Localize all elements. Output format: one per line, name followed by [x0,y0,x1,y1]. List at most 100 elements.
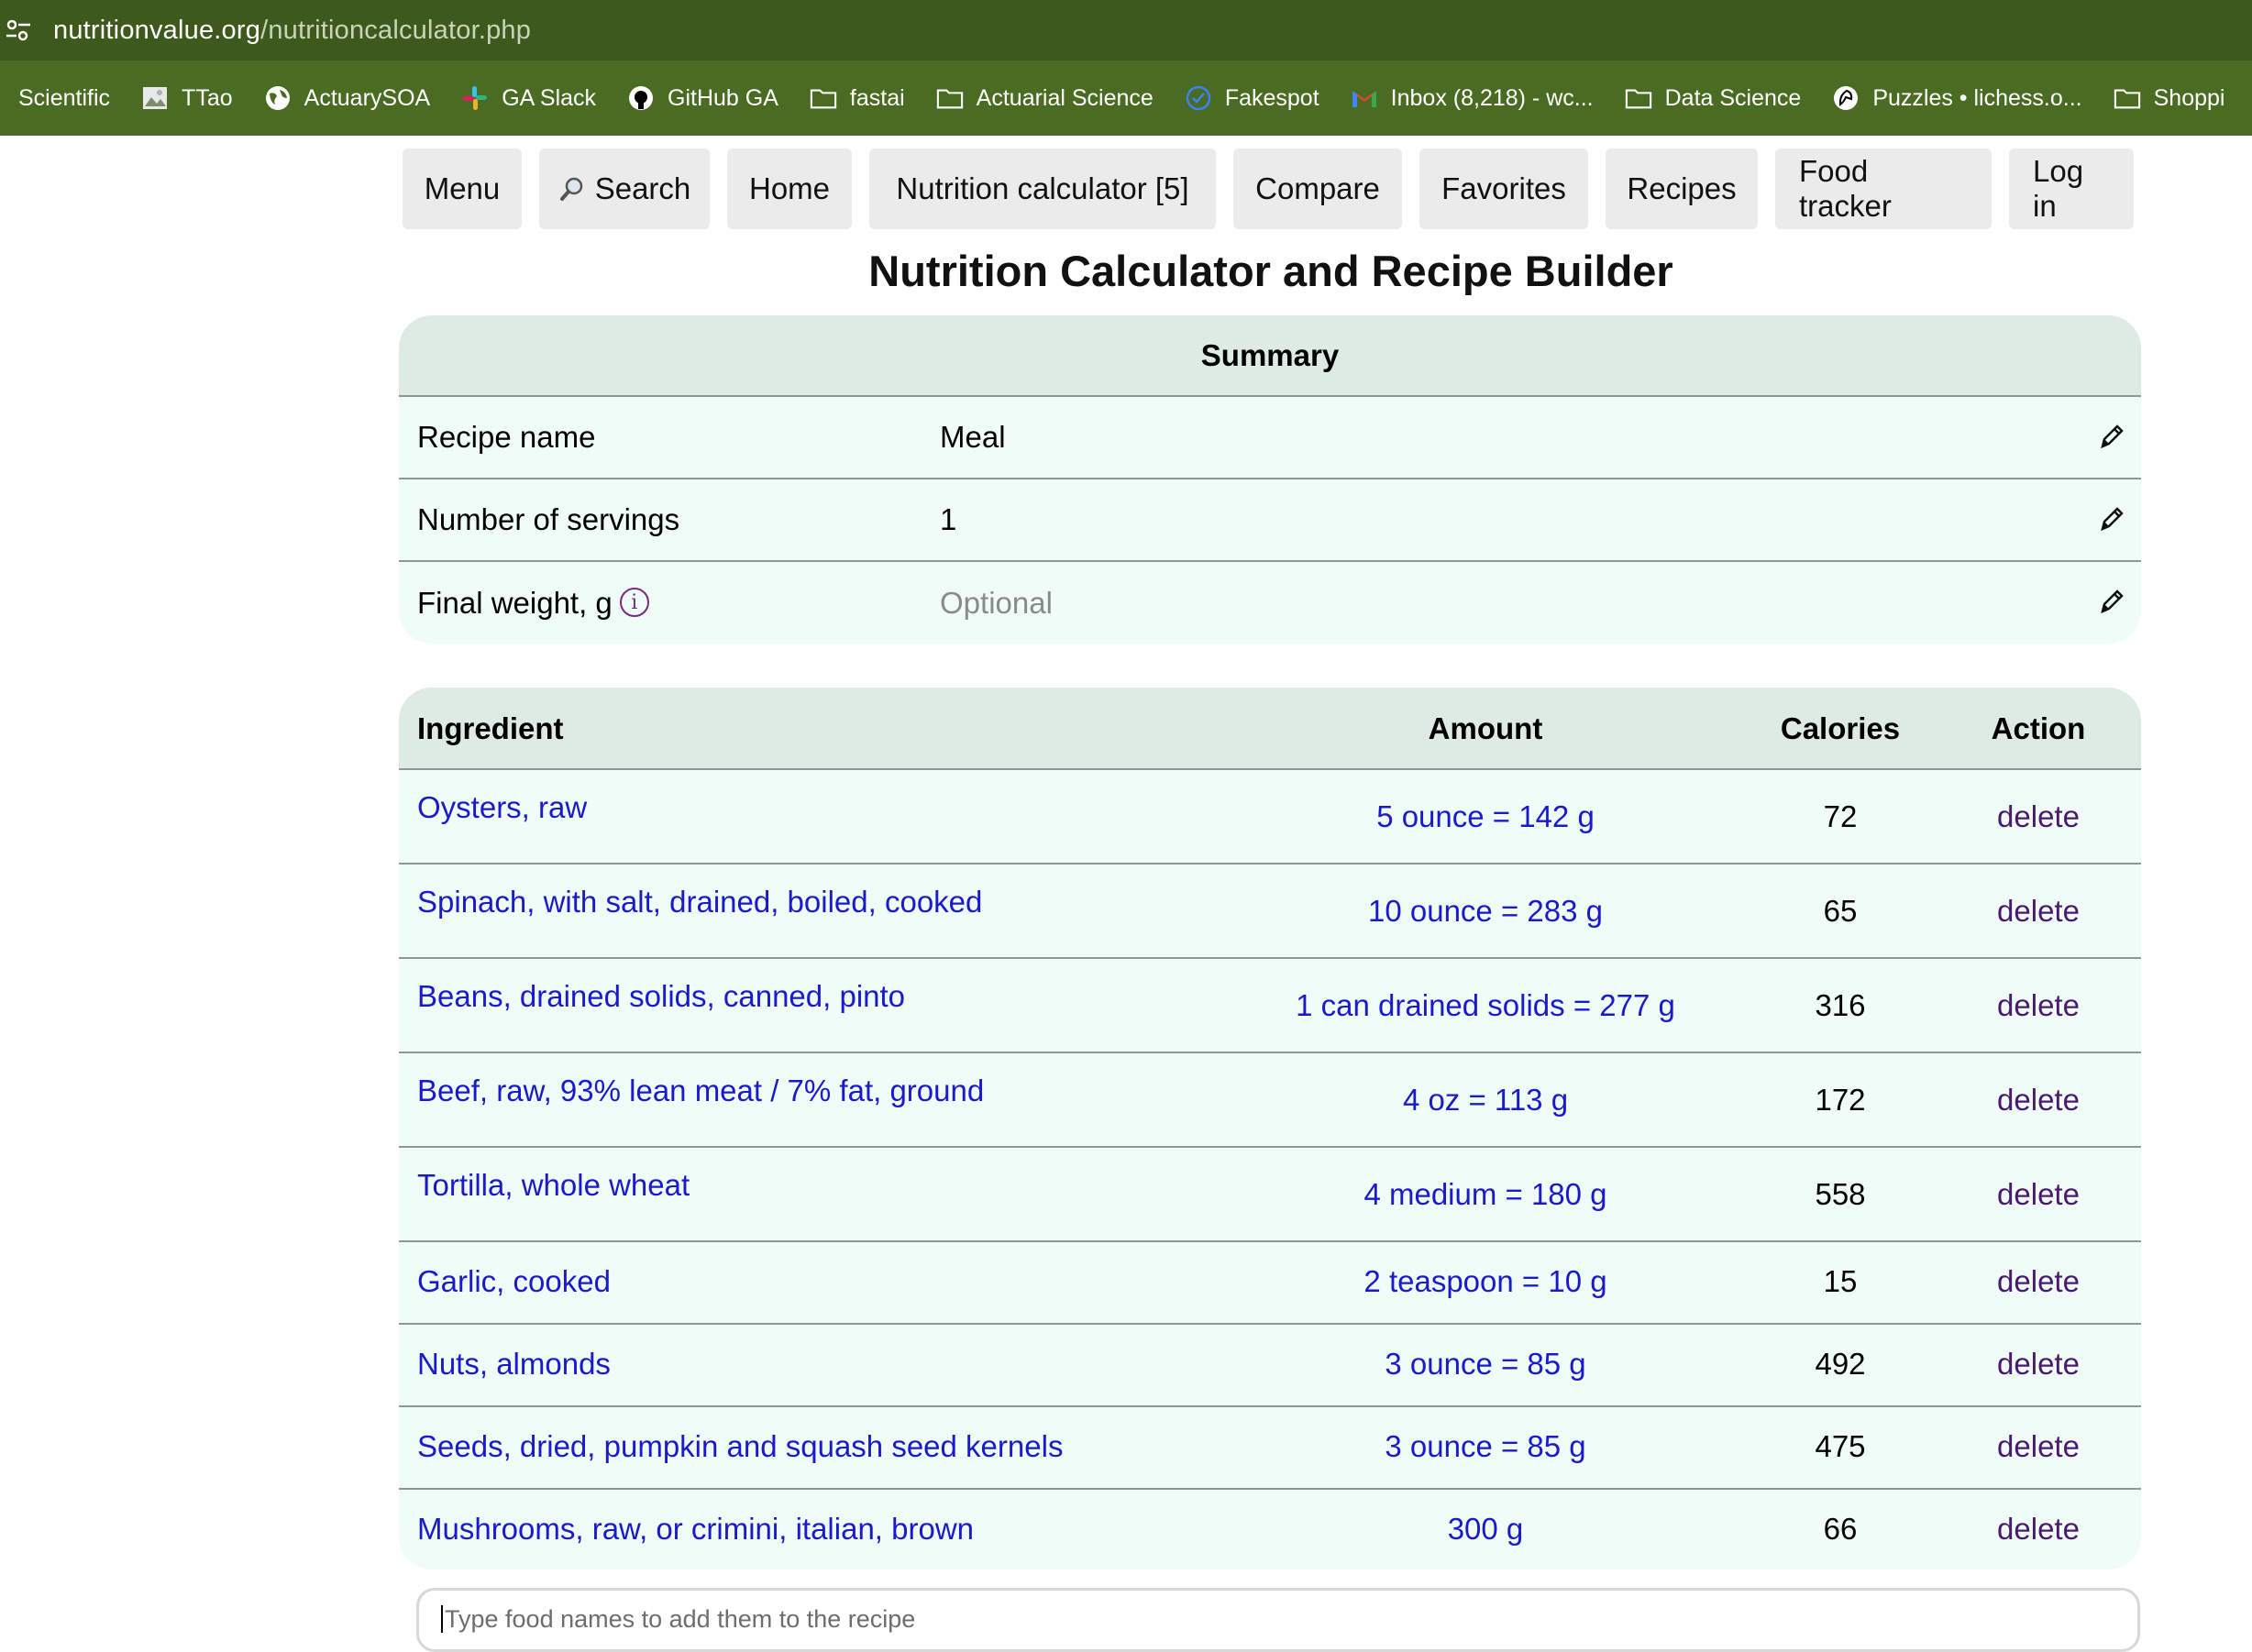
header-ingredient: Ingredient [417,711,564,745]
nutrition-calculator-button[interactable]: Nutrition calculator [5] [869,149,1216,229]
search-label: Search [594,171,691,205]
table-row: Oysters, raw 5 ounce = 142 g 72 delete [399,770,2141,865]
table-row: Beans, drained solids, canned, pinto 1 c… [399,959,2141,1053]
search-button[interactable]: Search [539,149,710,229]
recipe-name-value[interactable]: Meal [940,420,1006,455]
delete-link[interactable]: delete [1947,799,2130,834]
delete-link[interactable]: delete [1947,988,2130,1023]
url-path: /nutritioncalculator.php [260,15,532,45]
delete-link[interactable]: delete [1947,1264,2130,1299]
edit-final-weight-icon[interactable] [2097,588,2125,619]
info-icon[interactable]: i [619,588,649,618]
final-weight-placeholder[interactable]: Optional [940,586,1053,621]
delete-link[interactable]: delete [1947,1083,2130,1118]
page-title: Nutrition Calculator and Recipe Builder [868,247,1673,295]
bookmark-label: Inbox (8,218) - wc... [1390,84,1594,111]
home-label: Home [748,171,831,205]
recipe-name-row[interactable]: Recipe name Meal [399,397,2141,479]
compare-button[interactable]: Compare [1233,149,1402,229]
favorites-label: Favorites [1441,171,1566,205]
delete-link[interactable]: delete [1947,1347,2130,1382]
table-row: Spinach, with salt, drained, boiled, coo… [399,865,2141,959]
browser-url-bar[interactable]: nutritionvalue.org/nutritioncalculator.p… [0,0,2252,61]
table-row: Nuts, almonds 3 ounce = 85 g 492 delete [399,1325,2141,1407]
bookmark-inbox[interactable]: Inbox (8,218) - wc... [1351,84,1594,112]
globe-icon [264,84,292,112]
bookmark-data-science[interactable]: Data Science [1625,84,1801,112]
calories-value: 72 [1823,799,1858,833]
compare-label: Compare [1255,171,1380,205]
bookmark-actuarysoa[interactable]: ActuarySOA [264,84,430,112]
bookmark-label: TTao [182,84,233,111]
image-icon [141,84,169,112]
bookmark-fakespot[interactable]: Fakespot [1185,84,1319,112]
github-icon [627,84,655,112]
ingredient-link[interactable]: Garlic, cooked [417,1264,611,1299]
bookmark-label: Actuarial Science [976,84,1154,111]
bookmark-label: GitHub GA [668,84,778,111]
ingredient-link[interactable]: Spinach, with salt, drained, boiled, coo… [417,885,982,920]
recipes-label: Recipes [1627,171,1737,205]
delete-link[interactable]: delete [1947,1177,2130,1212]
slack-icon [461,84,489,112]
recipes-button[interactable]: Recipes [1606,149,1758,229]
bookmark-ttao[interactable]: TTao [141,84,233,112]
bookmark-scientific[interactable]: Scientific [18,85,110,112]
servings-value[interactable]: 1 [940,502,956,537]
login-button[interactable]: Log in [2009,149,2134,229]
table-row: Seeds, dried, pumpkin and squash seed ke… [399,1407,2141,1490]
edit-servings-icon[interactable] [2097,505,2125,536]
calories-value: 492 [1815,1347,1866,1381]
edit-recipe-name-icon[interactable] [2097,423,2125,454]
folder-icon [936,84,964,112]
bookmark-label: fastai [849,84,905,111]
header-calories: Calories [1780,711,1901,745]
ingredients-header-row: Ingredient Amount Calories Action [399,688,2141,770]
bookmark-shopping[interactable]: Shoppi [2114,84,2225,112]
menu-label: Menu [424,171,501,205]
food-tracker-button[interactable]: Food tracker [1775,149,1992,229]
delete-link[interactable]: delete [1947,1429,2130,1464]
url-text[interactable]: nutritionvalue.org/nutritioncalculator.p… [53,16,531,46]
lichess-icon [1832,84,1860,112]
delete-link[interactable]: delete [1947,1512,2130,1547]
ingredient-link[interactable]: Oysters, raw [417,790,587,825]
delete-link[interactable]: delete [1947,894,2130,929]
menu-button[interactable]: Menu [403,149,522,229]
table-row: Mushrooms, raw, or crimini, italian, bro… [399,1490,2141,1569]
calories-value: 558 [1815,1177,1866,1211]
bookmark-ga-slack[interactable]: GA Slack [461,84,596,112]
home-button[interactable]: Home [727,149,852,229]
calories-value: 172 [1815,1083,1866,1117]
check-circle-icon [1185,84,1212,112]
table-row: Tortilla, whole wheat 4 medium = 180 g 5… [399,1148,2141,1242]
bookmark-label: GA Slack [502,84,597,111]
final-weight-label: Final weight, g [417,586,613,620]
table-row: Garlic, cooked 2 teaspoon = 10 g 15 dele… [399,1242,2141,1325]
ingredient-link[interactable]: Beef, raw, 93% lean meat / 7% fat, groun… [417,1074,984,1108]
header-action: Action [1991,711,2086,745]
bookmark-label: Puzzles • lichess.o... [1872,84,2082,111]
add-food-input[interactable]: Type food names to add them to the recip… [416,1588,2140,1652]
folder-icon [1625,84,1652,112]
favorites-button[interactable]: Favorites [1419,149,1588,229]
add-food-placeholder: Type food names to add them to the recip… [445,1605,916,1633]
ingredient-link[interactable]: Mushrooms, raw, or crimini, italian, bro… [417,1512,974,1547]
servings-label: Number of servings [417,502,680,536]
summary-panel: Summary Recipe name Meal Number of servi… [399,315,2141,644]
ingredient-link[interactable]: Beans, drained solids, canned, pinto [417,979,905,1014]
ingredient-link[interactable]: Seeds, dried, pumpkin and squash seed ke… [417,1429,1063,1464]
site-settings-icon[interactable] [0,12,37,49]
bookmark-label: Shoppi [2153,84,2225,111]
login-label: Log in [2033,154,2084,223]
ingredient-link[interactable]: Nuts, almonds [417,1347,611,1382]
servings-row[interactable]: Number of servings 1 [399,479,2141,562]
bookmark-lichess[interactable]: Puzzles • lichess.o... [1832,84,2082,112]
ingredient-link[interactable]: Tortilla, whole wheat [417,1168,690,1203]
final-weight-row[interactable]: Final weight, gi Optional [399,562,2141,644]
bookmark-fastai[interactable]: fastai [810,84,905,112]
nutrition-calculator-label: Nutrition calculator [5] [896,171,1189,205]
bookmarks-bar: Scientific TTao ActuarySOA GA Slack GitH… [0,61,2252,136]
bookmark-github-ga[interactable]: GitHub GA [627,84,778,112]
bookmark-actuarial-science[interactable]: Actuarial Science [936,84,1154,112]
